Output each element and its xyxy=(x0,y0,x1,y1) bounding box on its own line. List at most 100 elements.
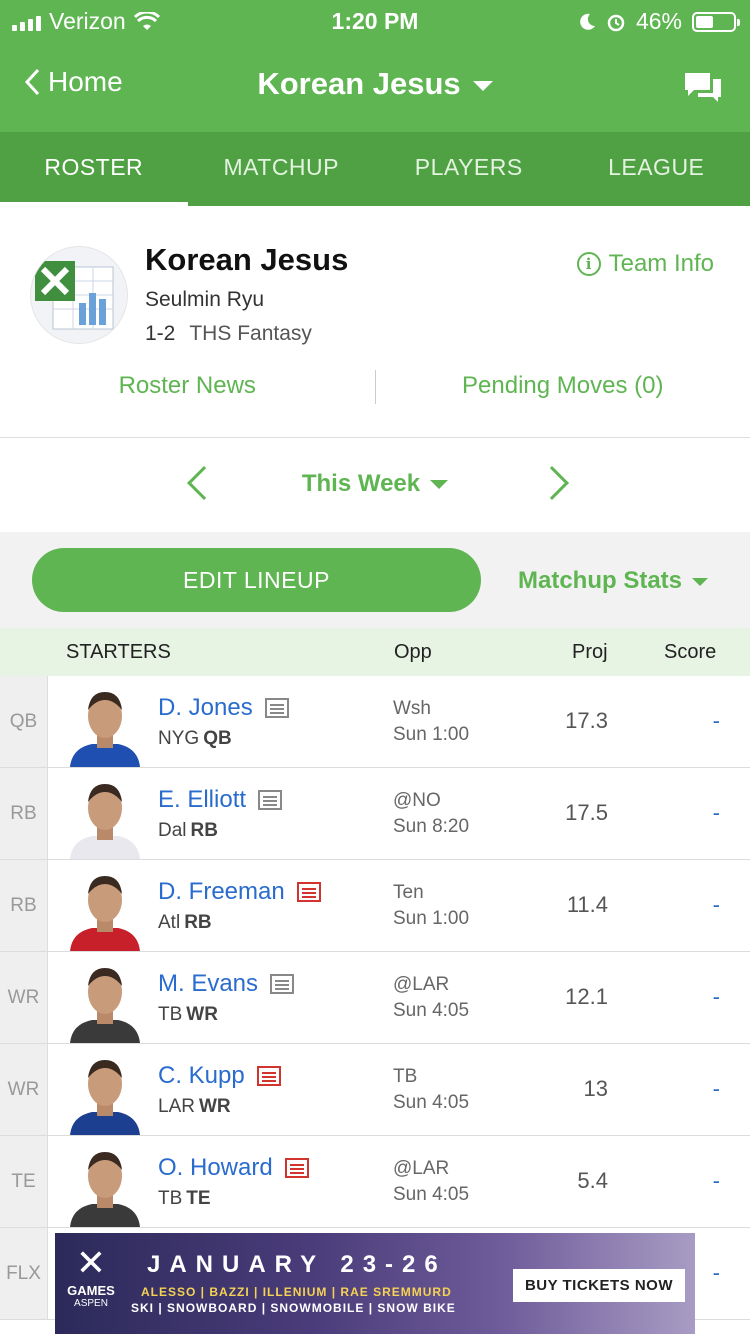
table-row[interactable]: WR C. Kupp LAR WR TB Sun 4:05 13 - xyxy=(0,1044,750,1136)
opponent-team: TB xyxy=(393,1066,418,1087)
projected-points: 13 xyxy=(583,1076,608,1101)
news-icon[interactable] xyxy=(296,882,321,902)
player-avatar[interactable] xyxy=(62,958,148,1043)
player-team-abbr: Dal xyxy=(158,820,187,841)
player-name[interactable]: D. Jones xyxy=(158,694,253,722)
player-avatar[interactable] xyxy=(62,1050,148,1135)
opponent: @LAR Sun 4:05 xyxy=(393,1156,469,1208)
opponent: Ten Sun 1:00 xyxy=(393,880,469,932)
slot-label: RB xyxy=(0,860,48,951)
player-avatar[interactable] xyxy=(62,682,148,767)
team-links: Roster News Pending Moves (0) xyxy=(0,366,750,406)
score: - xyxy=(712,892,720,917)
player-team-abbr: NYG xyxy=(158,728,200,749)
game-time: Sun 4:05 xyxy=(393,1000,470,1021)
table-row[interactable]: QB D. Jones NYG QB Wsh Sun 1:00 17.3 - xyxy=(0,676,750,768)
player-name-wrap: E. Elliott xyxy=(158,786,283,814)
player-team-abbr: TB xyxy=(158,1188,183,1209)
opponent-team: Ten xyxy=(393,882,424,903)
matchup-stats-dropdown[interactable]: Matchup Stats xyxy=(518,567,708,595)
game-time: Sun 1:00 xyxy=(393,724,470,745)
opponent-team: @LAR xyxy=(393,1158,450,1179)
tab-matchup[interactable]: MATCHUP xyxy=(188,132,376,206)
news-icon[interactable] xyxy=(284,1158,309,1178)
opponent: @NO Sun 8:20 xyxy=(393,788,469,840)
projected-points: 17.5 xyxy=(565,800,608,825)
status-right: 46% xyxy=(578,8,740,35)
news-icon[interactable] xyxy=(270,974,295,994)
main-tabs: ROSTER MATCHUP PLAYERS LEAGUE xyxy=(0,132,750,206)
opponent: TB Sun 4:05 xyxy=(393,1064,469,1116)
table-row[interactable]: WR M. Evans TB WR @LAR Sun 4:05 12.1 - xyxy=(0,952,750,1044)
player-name-wrap: O. Howard xyxy=(158,1154,309,1182)
team-switcher[interactable]: Korean Jesus xyxy=(0,66,750,102)
player-team: Atl RB xyxy=(158,912,212,934)
team-info-label: Team Info xyxy=(608,250,714,277)
tab-players[interactable]: PLAYERS xyxy=(375,132,563,206)
score-header[interactable]: Score xyxy=(664,641,716,664)
game-time: Sun 8:20 xyxy=(393,816,470,837)
slot-label: TE xyxy=(0,1136,48,1227)
player-position: RB xyxy=(184,912,212,933)
player-position: TE xyxy=(186,1188,211,1209)
player-team: TB TE xyxy=(158,1188,211,1210)
page-title: Korean Jesus xyxy=(257,66,461,101)
player-name[interactable]: M. Evans xyxy=(158,970,258,998)
ad-banner[interactable]: ✕ GAMES ASPEN JANUARY 23-26 ALESSO | BAZ… xyxy=(55,1233,695,1334)
table-row[interactable]: RB D. Freeman Atl RB Ten Sun 1:00 11.4 - xyxy=(0,860,750,952)
team-record: 1-2 THS Fantasy xyxy=(145,322,312,346)
roster-news-link[interactable]: Roster News xyxy=(0,366,375,406)
player-team: NYG QB xyxy=(158,728,232,750)
news-icon[interactable] xyxy=(264,698,289,718)
tab-roster[interactable]: ROSTER xyxy=(0,132,188,206)
opponent: Wsh Sun 1:00 xyxy=(393,696,469,748)
proj-header[interactable]: Proj xyxy=(572,641,608,664)
chat-icon[interactable] xyxy=(682,70,724,106)
slot-label: RB xyxy=(0,768,48,859)
ad-artists: ALESSO | BAZZI | ILLENIUM | RAE SREMMURD xyxy=(141,1285,452,1299)
player-avatar[interactable] xyxy=(62,774,148,859)
projected-points: 12.1 xyxy=(565,984,608,1009)
ad-sports: SKI | SNOWBOARD | SNOWMOBILE | SNOW BIKE xyxy=(131,1301,456,1315)
tab-league[interactable]: LEAGUE xyxy=(563,132,750,206)
team-info-link[interactable]: i Team Info xyxy=(576,250,714,278)
game-time: Sun 1:00 xyxy=(393,908,470,929)
player-position: QB xyxy=(203,728,232,749)
news-icon[interactable] xyxy=(256,1066,281,1086)
player-avatar[interactable] xyxy=(62,1142,148,1227)
news-icon[interactable] xyxy=(258,790,283,810)
opponent: @LAR Sun 4:05 xyxy=(393,972,469,1024)
week-dropdown[interactable]: This Week xyxy=(0,470,750,498)
pending-moves-link[interactable]: Pending Moves (0) xyxy=(376,366,750,406)
ad-location: ASPEN xyxy=(74,1298,108,1309)
game-time: Sun 4:05 xyxy=(393,1092,470,1113)
starters-header: STARTERS xyxy=(66,641,171,663)
battery-icon xyxy=(692,11,740,32)
record: 1-2 xyxy=(145,322,176,345)
score: - xyxy=(712,1260,720,1285)
player-name[interactable]: O. Howard xyxy=(158,1154,273,1182)
game-time: Sun 4:05 xyxy=(393,1184,470,1205)
player-name-wrap: M. Evans xyxy=(158,970,295,998)
score: - xyxy=(712,708,720,733)
player-position: RB xyxy=(190,820,218,841)
buy-tickets-button[interactable]: BUY TICKETS NOW xyxy=(512,1269,685,1302)
team-name: Korean Jesus xyxy=(145,242,349,277)
moon-icon xyxy=(580,13,595,30)
edit-lineup-button[interactable]: EDIT LINEUP xyxy=(32,548,481,612)
player-name-wrap: D. Jones xyxy=(158,694,289,722)
player-name[interactable]: E. Elliott xyxy=(158,786,246,814)
team-owner: Seulmin Ryu xyxy=(145,288,265,311)
player-name[interactable]: C. Kupp xyxy=(158,1062,245,1090)
action-bar: EDIT LINEUP Matchup Stats xyxy=(0,532,750,628)
table-row[interactable]: RB E. Elliott Dal RB @NO Sun 8:20 17.5 - xyxy=(0,768,750,860)
slot-label: FLX xyxy=(0,1228,48,1319)
info-icon: i xyxy=(576,252,601,276)
roster-table: QB D. Jones NYG QB Wsh Sun 1:00 17.3 - RB … xyxy=(0,676,750,1320)
player-avatar[interactable] xyxy=(62,866,148,951)
table-row[interactable]: TE O. Howard TB TE @LAR Sun 4:05 5.4 - xyxy=(0,1136,750,1228)
matchup-stats-label: Matchup Stats xyxy=(517,567,682,594)
projected-points: 17.3 xyxy=(565,708,608,733)
player-name[interactable]: D. Freeman xyxy=(158,878,285,906)
battery-percent: 46% xyxy=(635,8,682,34)
